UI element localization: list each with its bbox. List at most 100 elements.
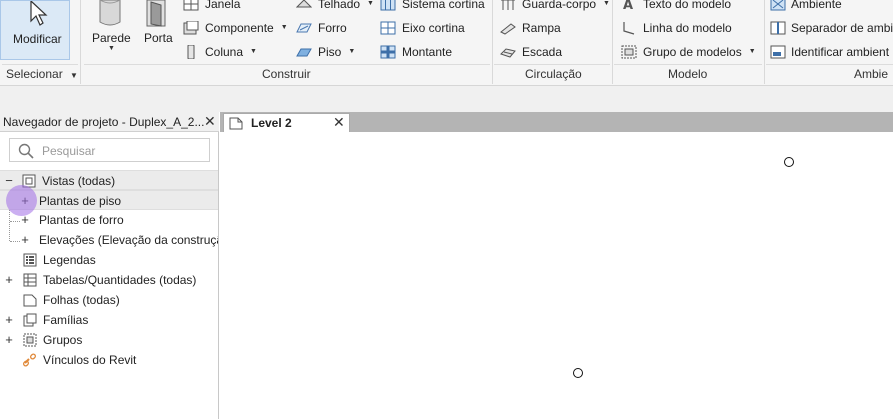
tree-item-revit-links[interactable]: Vínculos do Revit (0, 350, 218, 370)
room-separator-button[interactable]: Separador de ambi (770, 19, 893, 37)
model-group-icon (621, 45, 637, 59)
chevron-down-icon: ▼ (70, 71, 78, 80)
component-button[interactable]: Componente ▼ (183, 19, 288, 37)
curtain-system-label: Sistema cortina (402, 0, 485, 11)
tree-item-schedules[interactable]: + Tabelas/Quantidades (todas) (0, 270, 218, 290)
expand-icon[interactable]: + (4, 330, 14, 350)
stair-icon (500, 45, 516, 59)
tree-item-label: Elevações (Elevação da construção (39, 233, 218, 247)
view-marker[interactable] (784, 157, 794, 167)
chevron-down-icon: ▼ (250, 48, 257, 55)
close-icon[interactable]: ✕ (204, 113, 216, 130)
ceiling-label: Forro (318, 21, 347, 35)
floor-plan-view-icon (229, 117, 243, 130)
ramp-button[interactable]: Rampa (500, 19, 561, 37)
floor-icon (296, 45, 312, 59)
legend-icon (23, 253, 37, 267)
room-panel-divider (766, 64, 893, 65)
door-icon (146, 0, 166, 27)
wall-button[interactable]: Parede ▼ (88, 0, 134, 62)
project-browser-title: Navegador de projeto - Duplex_A_2... (3, 115, 205, 129)
window-button[interactable]: Janela (183, 0, 240, 13)
tree-item-label: Famílias (43, 313, 89, 327)
drawing-canvas[interactable] (220, 132, 893, 419)
stair-label: Escada (522, 45, 563, 59)
revit-window: Modificar Selecionar ▼ Parede ▼ Porta Ja… (0, 0, 893, 419)
select-panel-dropdown[interactable]: Selecionar ▼ (6, 67, 78, 81)
roof-label: Telhado (318, 0, 361, 11)
view-marker[interactable] (573, 368, 583, 378)
build-panel-label: Construir (262, 67, 311, 81)
room-tag-button[interactable]: Identificar ambient (770, 43, 889, 61)
ribbon-separator (492, 0, 493, 84)
stair-button[interactable]: Escada (500, 43, 562, 61)
ceiling-button[interactable]: Forro (296, 19, 347, 37)
tree-item-views[interactable]: − Vistas (todas) (0, 170, 218, 190)
door-button[interactable]: Porta (140, 0, 178, 62)
expand-icon[interactable]: + (4, 310, 14, 330)
ribbon-separator (80, 0, 81, 84)
search-icon (18, 143, 34, 159)
roof-button[interactable]: Telhado ▼ (295, 0, 374, 13)
chevron-down-icon: ▼ (280, 24, 288, 31)
column-icon (183, 44, 199, 60)
chevron-down-icon: ▼ (603, 0, 610, 7)
tab-level-2[interactable]: Level 2 ✕ (223, 113, 350, 132)
tree-item-label: Vínculos do Revit (43, 353, 137, 367)
select-panel-label: Selecionar (6, 67, 63, 81)
ribbon-separator (612, 0, 613, 84)
room-separator-label: Separador de ambi (791, 21, 893, 35)
close-icon[interactable]: ✕ (333, 114, 345, 131)
curtain-system-button[interactable]: Sistema cortina (380, 0, 485, 13)
floor-button[interactable]: Piso ▼ (296, 43, 355, 61)
model-group-button[interactable]: Grupo de modelos ▼ (621, 43, 756, 61)
mullion-icon (380, 45, 396, 59)
svg-text:A: A (623, 0, 633, 11)
modify-button[interactable]: Modificar (0, 0, 70, 60)
sheet-icon (23, 294, 37, 307)
ribbon-separator (764, 0, 765, 84)
railing-button[interactable]: Guarda-corpo ▼ (500, 0, 610, 13)
room-panel-label: Ambie (854, 67, 889, 81)
ribbon-gap (0, 86, 893, 112)
tree-item-label: Vistas (todas) (42, 174, 116, 188)
model-line-icon (621, 21, 637, 35)
circulation-panel-label: Circulação (525, 67, 582, 81)
room-button[interactable]: Ambiente (770, 0, 842, 13)
families-icon (23, 313, 37, 327)
mullion-button[interactable]: Montante (380, 43, 452, 61)
tree-item-legends[interactable]: Legendas (0, 250, 218, 270)
ramp-icon (500, 21, 516, 35)
curtain-grid-button[interactable]: Eixo cortina (380, 19, 465, 37)
component-label: Componente (205, 21, 274, 35)
curtain-grid-label: Eixo cortina (402, 21, 465, 35)
model-line-button[interactable]: Linha do modelo (621, 19, 732, 37)
tree-item-label: Plantas de piso (39, 194, 122, 208)
link-icon (23, 353, 37, 367)
tree-item-elevations[interactable]: + Elevações (Elevação da construção (0, 230, 218, 250)
ramp-label: Rampa (522, 21, 561, 35)
tab-label: Level 2 (251, 116, 292, 130)
tree-item-families[interactable]: + Famílias (0, 310, 218, 330)
room-tag-icon (770, 45, 786, 59)
expand-icon[interactable]: + (4, 270, 14, 290)
model-text-button[interactable]: A Texto do modelo (621, 0, 731, 13)
floor-label: Piso (318, 45, 342, 59)
tree-item-label: Folhas (todas) (43, 293, 120, 307)
column-button[interactable]: Coluna ▼ (183, 43, 257, 61)
tree-item-groups[interactable]: + Grupos (0, 330, 218, 350)
build-panel-divider (84, 64, 490, 65)
tree-item-ceiling-plans[interactable]: + Plantas de forro (0, 210, 218, 230)
model-text-label: Texto do modelo (643, 0, 732, 11)
model-panel-label: Modelo (668, 67, 708, 81)
select-panel-divider (2, 64, 78, 65)
tree-item-sheets[interactable]: Folhas (todas) (0, 290, 218, 310)
search-placeholder: Pesquisar (42, 144, 96, 158)
window-icon (183, 0, 199, 11)
tree-item-label: Plantas de forro (39, 213, 124, 227)
room-tag-label: Identificar ambient (791, 45, 890, 59)
tree-item-label: Grupos (43, 333, 83, 347)
view-tab-bar: Level 2 ✕ (220, 112, 893, 132)
search-input[interactable]: Pesquisar (9, 138, 210, 162)
expand-icon[interactable]: + (20, 230, 30, 250)
